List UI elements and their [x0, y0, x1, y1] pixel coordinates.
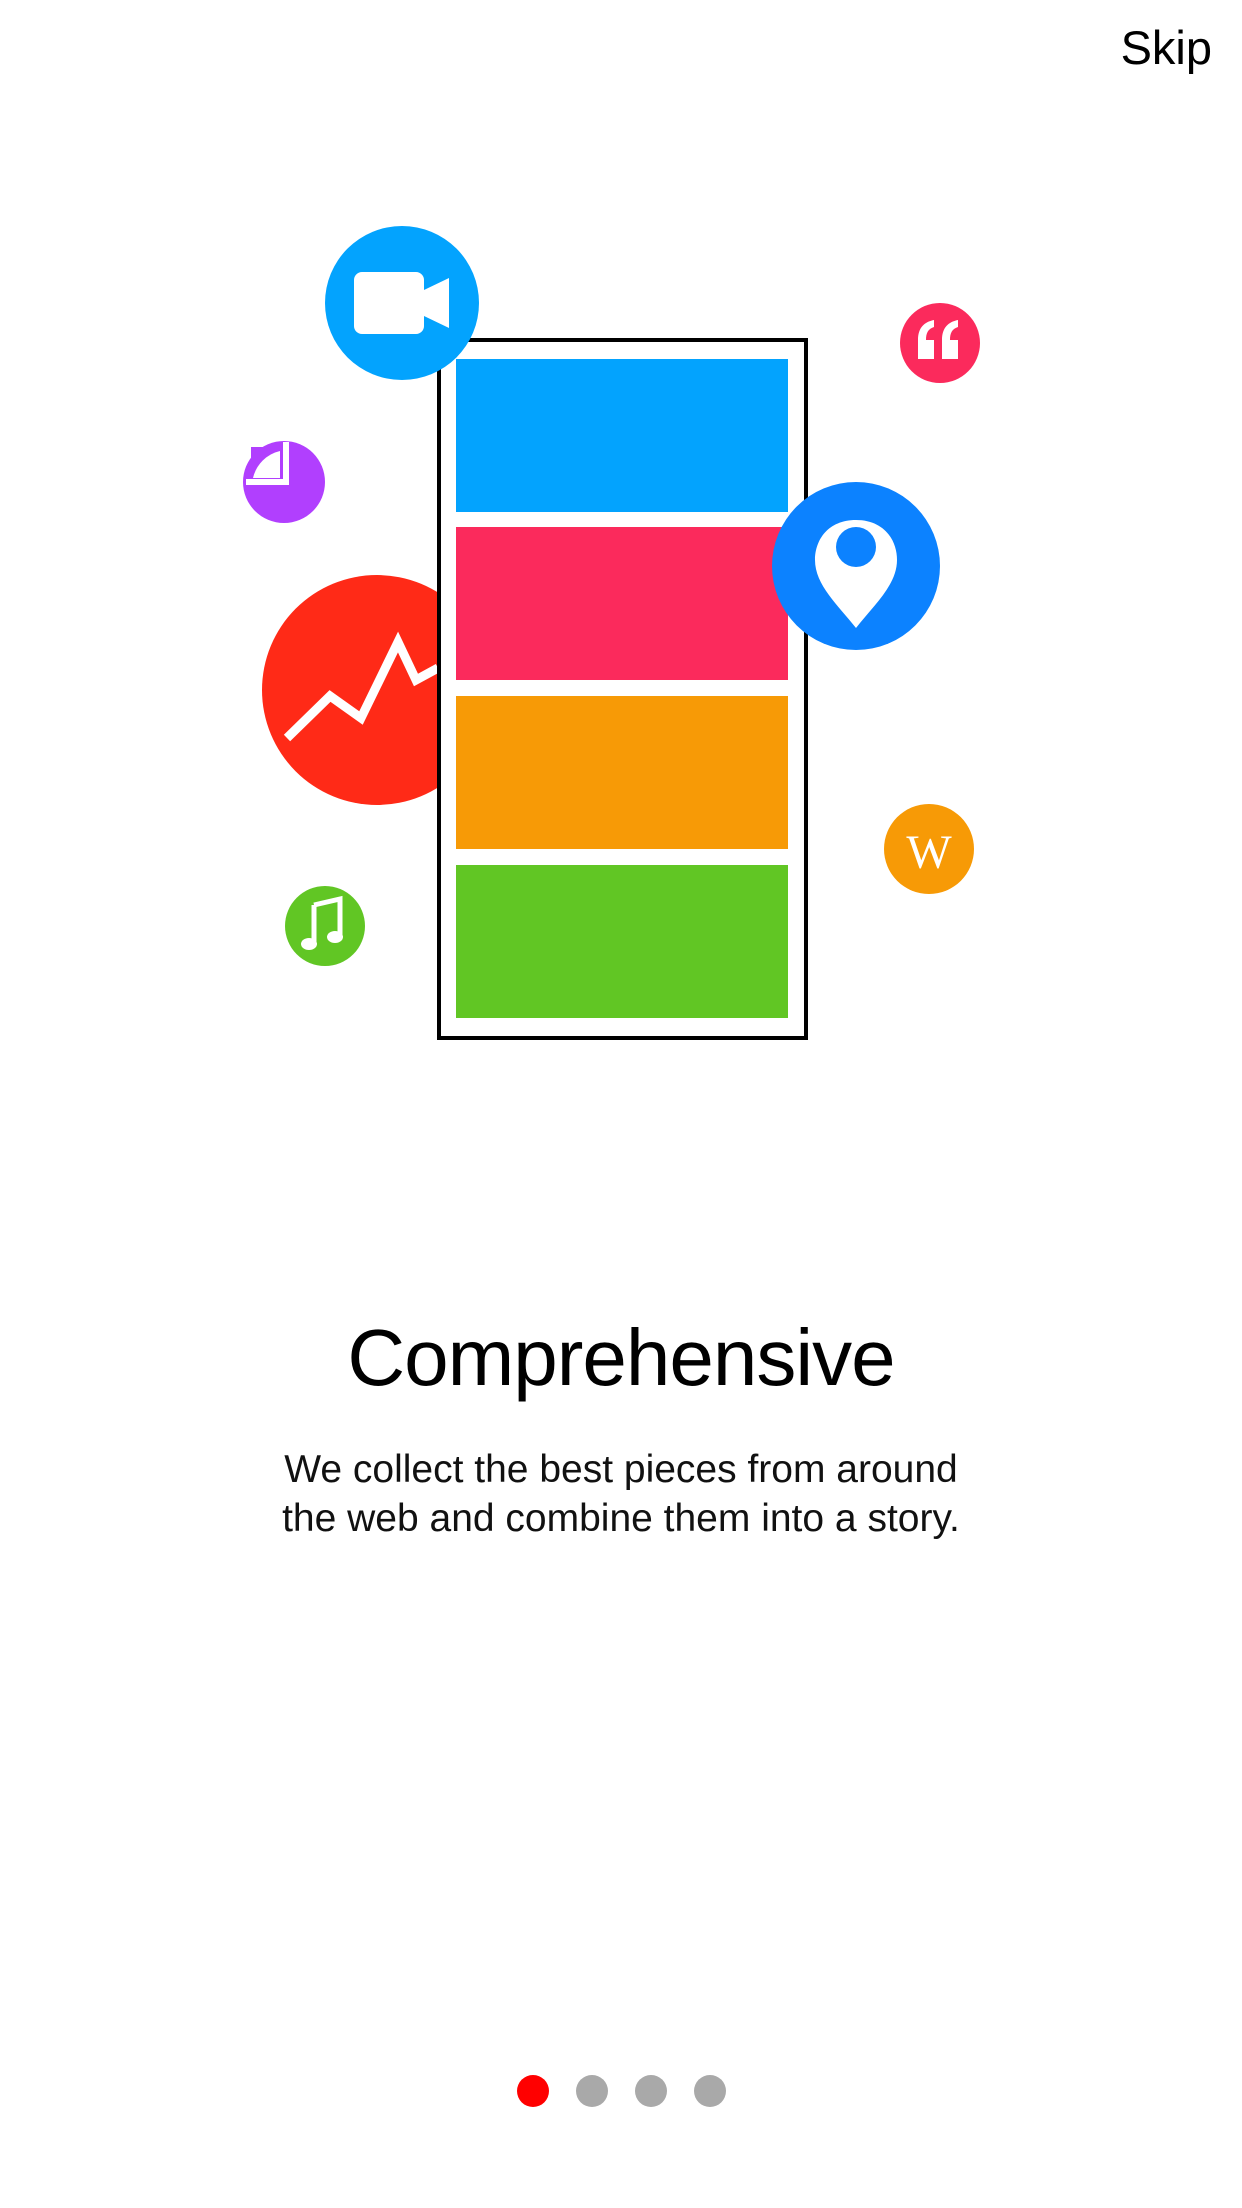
page-dot-1[interactable] [516, 2075, 549, 2107]
pie-chart-icon [243, 441, 325, 523]
phone-mockup [437, 338, 808, 1040]
phone-card-pink [456, 527, 788, 680]
page-dot-4[interactable] [693, 2075, 726, 2107]
page-dot-2[interactable] [575, 2075, 608, 2107]
wikipedia-icon: W [884, 804, 974, 894]
hero-illustration: W [243, 226, 980, 1040]
phone-card-orange [456, 696, 788, 849]
phone-card-green [456, 865, 788, 1018]
location-pin-icon [772, 482, 940, 650]
quote-icon [900, 303, 980, 383]
video-camera-icon [325, 226, 479, 380]
page-title: Comprehensive [347, 1313, 895, 1402]
page-dot-3[interactable] [634, 2075, 667, 2107]
page-description: We collect the best pieces from around t… [0, 1445, 1242, 1543]
onboarding-screen: Skip W Comprehensive We collect the best… [0, 0, 1242, 2208]
description-line-2: the web and combine them into a story. [282, 1497, 960, 1540]
svg-text:W: W [906, 826, 952, 879]
phone-card-blue [456, 359, 788, 512]
music-note-icon [285, 886, 365, 966]
description-line-1: We collect the best pieces from around [284, 1448, 958, 1491]
page-indicator [0, 2075, 1242, 2107]
